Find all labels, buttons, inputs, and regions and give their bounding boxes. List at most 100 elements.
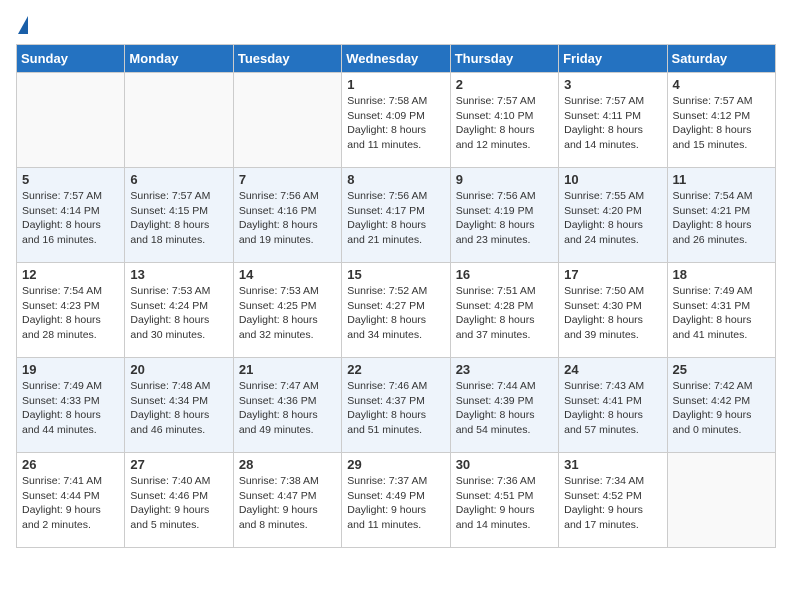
day-number: 3	[564, 77, 661, 92]
day-number: 29	[347, 457, 444, 472]
calendar-cell: 4Sunrise: 7:57 AM Sunset: 4:12 PM Daylig…	[667, 73, 775, 168]
calendar-cell: 7 Sunrise: 7:56 AM Sunset: 4:16 PM Daylig…	[233, 168, 341, 263]
day-info: Sunrise: 7:56 AM Sunset: 4:19 PM Dayligh…	[456, 189, 553, 248]
day-info: Sunrise: 7:54 AM Sunset: 4:23 PM Dayligh…	[22, 284, 119, 343]
day-number: 15	[347, 267, 444, 282]
day-number: 1	[347, 77, 444, 92]
calendar-cell: 19 Sunrise: 7:49 AM Sunset: 4:33 PM Dayli…	[17, 358, 125, 453]
day-info: Sunrise: 7:50 AM Sunset: 4:30 PM Dayligh…	[564, 284, 661, 343]
column-header-sunday: Sunday	[17, 45, 125, 73]
day-info: Sunrise: 7:38 AM Sunset: 4:47 PM Dayligh…	[239, 474, 336, 533]
calendar-cell: 8 Sunrise: 7:56 AM Sunset: 4:17 PM Daylig…	[342, 168, 450, 263]
calendar-cell: 1Sunrise: 7:58 AM Sunset: 4:09 PM Daylig…	[342, 73, 450, 168]
calendar-week-row: 5 Sunrise: 7:57 AM Sunset: 4:14 PM Daylig…	[17, 168, 776, 263]
calendar-cell: 5 Sunrise: 7:57 AM Sunset: 4:14 PM Daylig…	[17, 168, 125, 263]
day-info: Sunrise: 7:41 AM Sunset: 4:44 PM Dayligh…	[22, 474, 119, 533]
column-header-wednesday: Wednesday	[342, 45, 450, 73]
calendar-cell: 30Sunrise: 7:36 AM Sunset: 4:51 PM Dayli…	[450, 453, 558, 548]
day-number: 6	[130, 172, 227, 187]
column-header-friday: Friday	[559, 45, 667, 73]
day-number: 12	[22, 267, 119, 282]
day-info: Sunrise: 7:34 AM Sunset: 4:52 PM Dayligh…	[564, 474, 661, 533]
day-number: 2	[456, 77, 553, 92]
day-info: Sunrise: 7:56 AM Sunset: 4:17 PM Dayligh…	[347, 189, 444, 248]
calendar-header-row: SundayMondayTuesdayWednesdayThursdayFrid…	[17, 45, 776, 73]
column-header-thursday: Thursday	[450, 45, 558, 73]
calendar-table: SundayMondayTuesdayWednesdayThursdayFrid…	[16, 44, 776, 548]
day-number: 13	[130, 267, 227, 282]
calendar-cell: 15 Sunrise: 7:52 AM Sunset: 4:27 PM Dayli…	[342, 263, 450, 358]
calendar-cell	[667, 453, 775, 548]
day-number: 17	[564, 267, 661, 282]
column-header-monday: Monday	[125, 45, 233, 73]
calendar-cell: 21Sunrise: 7:47 AM Sunset: 4:36 PM Dayli…	[233, 358, 341, 453]
day-number: 16	[456, 267, 553, 282]
day-info: Sunrise: 7:57 AM Sunset: 4:11 PM Dayligh…	[564, 94, 661, 153]
calendar-cell: 22 Sunrise: 7:46 AM Sunset: 4:37 PM Dayli…	[342, 358, 450, 453]
calendar-cell: 31 Sunrise: 7:34 AM Sunset: 4:52 PM Dayli…	[559, 453, 667, 548]
day-number: 20	[130, 362, 227, 377]
day-info: Sunrise: 7:55 AM Sunset: 4:20 PM Dayligh…	[564, 189, 661, 248]
day-number: 19	[22, 362, 119, 377]
day-info: Sunrise: 7:46 AM Sunset: 4:37 PM Dayligh…	[347, 379, 444, 438]
calendar-cell	[125, 73, 233, 168]
calendar-cell	[233, 73, 341, 168]
calendar-cell: 6 Sunrise: 7:57 AM Sunset: 4:15 PM Daylig…	[125, 168, 233, 263]
calendar-cell: 18Sunrise: 7:49 AM Sunset: 4:31 PM Dayli…	[667, 263, 775, 358]
calendar-cell: 14 Sunrise: 7:53 AM Sunset: 4:25 PM Dayli…	[233, 263, 341, 358]
calendar-cell: 26 Sunrise: 7:41 AM Sunset: 4:44 PM Dayli…	[17, 453, 125, 548]
day-number: 28	[239, 457, 336, 472]
calendar-week-row: 26 Sunrise: 7:41 AM Sunset: 4:44 PM Dayli…	[17, 453, 776, 548]
day-number: 31	[564, 457, 661, 472]
calendar-cell: 17 Sunrise: 7:50 AM Sunset: 4:30 PM Dayli…	[559, 263, 667, 358]
day-number: 14	[239, 267, 336, 282]
logo-triangle-icon	[18, 16, 28, 34]
day-info: Sunrise: 7:43 AM Sunset: 4:41 PM Dayligh…	[564, 379, 661, 438]
day-info: Sunrise: 7:49 AM Sunset: 4:33 PM Dayligh…	[22, 379, 119, 438]
day-number: 21	[239, 362, 336, 377]
calendar-cell: 9 Sunrise: 7:56 AM Sunset: 4:19 PM Daylig…	[450, 168, 558, 263]
day-info: Sunrise: 7:52 AM Sunset: 4:27 PM Dayligh…	[347, 284, 444, 343]
day-number: 9	[456, 172, 553, 187]
day-number: 18	[673, 267, 770, 282]
calendar-week-row: 12 Sunrise: 7:54 AM Sunset: 4:23 PM Dayli…	[17, 263, 776, 358]
day-info: Sunrise: 7:48 AM Sunset: 4:34 PM Dayligh…	[130, 379, 227, 438]
day-number: 11	[673, 172, 770, 187]
day-number: 30	[456, 457, 553, 472]
day-info: Sunrise: 7:54 AM Sunset: 4:21 PM Dayligh…	[673, 189, 770, 248]
day-number: 26	[22, 457, 119, 472]
calendar-cell: 10 Sunrise: 7:55 AM Sunset: 4:20 PM Dayli…	[559, 168, 667, 263]
column-header-saturday: Saturday	[667, 45, 775, 73]
day-number: 24	[564, 362, 661, 377]
day-number: 7	[239, 172, 336, 187]
day-info: Sunrise: 7:51 AM Sunset: 4:28 PM Dayligh…	[456, 284, 553, 343]
day-info: Sunrise: 7:57 AM Sunset: 4:15 PM Dayligh…	[130, 189, 227, 248]
calendar-cell: 13 Sunrise: 7:53 AM Sunset: 4:24 PM Dayli…	[125, 263, 233, 358]
day-number: 27	[130, 457, 227, 472]
calendar-cell: 23Sunrise: 7:44 AM Sunset: 4:39 PM Dayli…	[450, 358, 558, 453]
day-number: 8	[347, 172, 444, 187]
logo	[16, 16, 28, 36]
calendar-week-row: 19 Sunrise: 7:49 AM Sunset: 4:33 PM Dayli…	[17, 358, 776, 453]
day-info: Sunrise: 7:40 AM Sunset: 4:46 PM Dayligh…	[130, 474, 227, 533]
calendar-cell: 20 Sunrise: 7:48 AM Sunset: 4:34 PM Dayli…	[125, 358, 233, 453]
calendar-cell: 29 Sunrise: 7:37 AM Sunset: 4:49 PM Dayli…	[342, 453, 450, 548]
calendar-cell: 24 Sunrise: 7:43 AM Sunset: 4:41 PM Dayli…	[559, 358, 667, 453]
day-info: Sunrise: 7:53 AM Sunset: 4:25 PM Dayligh…	[239, 284, 336, 343]
day-number: 22	[347, 362, 444, 377]
day-info: Sunrise: 7:37 AM Sunset: 4:49 PM Dayligh…	[347, 474, 444, 533]
page-header	[16, 16, 776, 36]
day-info: Sunrise: 7:56 AM Sunset: 4:16 PM Dayligh…	[239, 189, 336, 248]
day-number: 5	[22, 172, 119, 187]
calendar-cell: 11 Sunrise: 7:54 AM Sunset: 4:21 PM Dayli…	[667, 168, 775, 263]
calendar-cell: 2Sunrise: 7:57 AM Sunset: 4:10 PM Daylig…	[450, 73, 558, 168]
calendar-cell: 25 Sunrise: 7:42 AM Sunset: 4:42 PM Dayli…	[667, 358, 775, 453]
calendar-cell: 3 Sunrise: 7:57 AM Sunset: 4:11 PM Daylig…	[559, 73, 667, 168]
day-info: Sunrise: 7:53 AM Sunset: 4:24 PM Dayligh…	[130, 284, 227, 343]
day-number: 10	[564, 172, 661, 187]
day-number: 25	[673, 362, 770, 377]
day-info: Sunrise: 7:57 AM Sunset: 4:14 PM Dayligh…	[22, 189, 119, 248]
column-header-tuesday: Tuesday	[233, 45, 341, 73]
calendar-cell: 27 Sunrise: 7:40 AM Sunset: 4:46 PM Dayli…	[125, 453, 233, 548]
day-info: Sunrise: 7:42 AM Sunset: 4:42 PM Dayligh…	[673, 379, 770, 438]
